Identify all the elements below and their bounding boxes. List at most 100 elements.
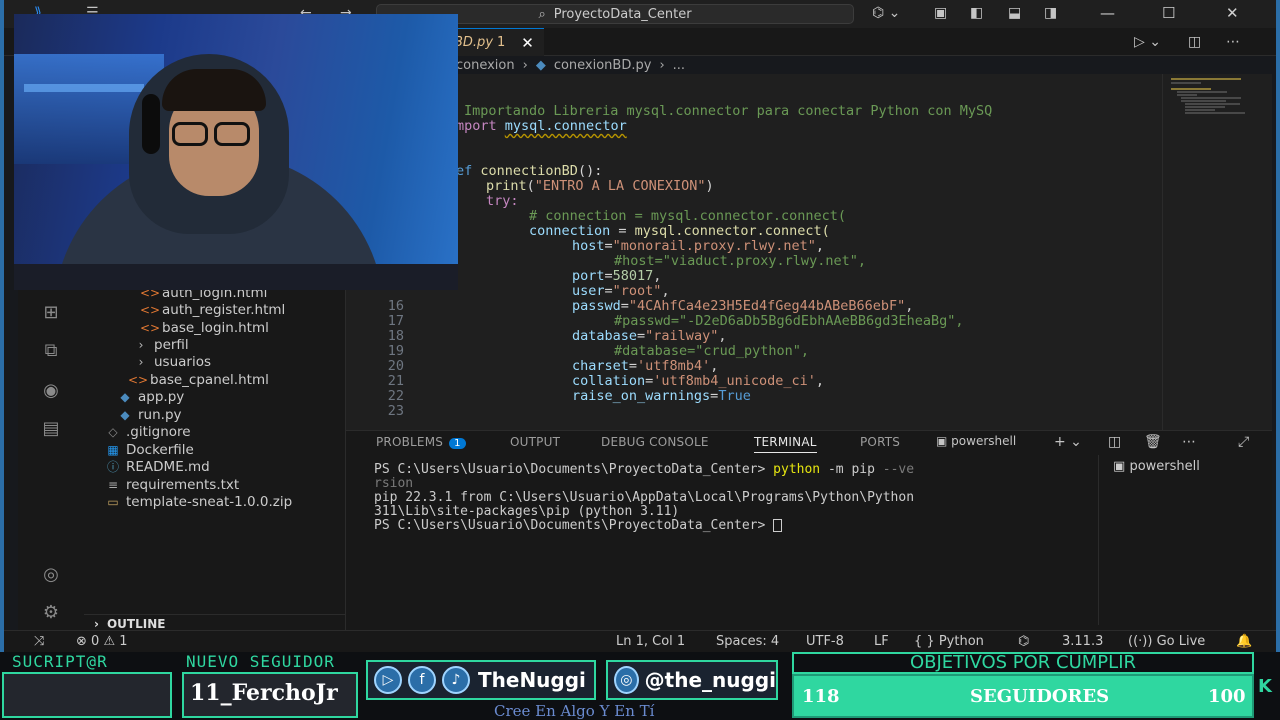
- split-terminal-icon[interactable]: ◫: [1108, 434, 1121, 450]
- tree-item[interactable]: ◆ run.py: [116, 406, 181, 423]
- tree-item[interactable]: ▭ template-sneat-1.0.0.zip: [104, 493, 292, 510]
- tree-folder[interactable]: › perfil: [132, 336, 189, 353]
- facebook-icon: f: [408, 666, 436, 694]
- explorer-sidebar: <> auth_login.html <> auth_register.html <…: [84, 285, 346, 631]
- terminal-list-item[interactable]: ▣ powershell: [1113, 459, 1268, 474]
- maximize-panel-icon[interactable]: ⤢: [1238, 434, 1249, 450]
- tree-item[interactable]: ◇ .gitignore: [104, 423, 190, 440]
- notifications-bell-icon[interactable]: 🔔: [1236, 634, 1252, 649]
- account-icon[interactable]: ◎: [36, 564, 66, 588]
- tab-problem-count: 1: [497, 35, 506, 50]
- copilot-status-icon[interactable]: ⌬: [1018, 634, 1029, 649]
- terminal-list-label: powershell: [1129, 459, 1200, 474]
- tree-item-label: README.md: [126, 458, 210, 475]
- social-secondary-box: ◎ @the_nuggi: [606, 660, 778, 700]
- code-function: connectionBD: [480, 163, 578, 179]
- code-string: 'utf8mb4_unicode_ci': [653, 373, 816, 389]
- tab-close-icon[interactable]: ✕: [521, 34, 534, 52]
- github-icon[interactable]: ◉: [36, 380, 66, 404]
- split-editor-icon[interactable]: ◫: [1188, 34, 1201, 50]
- code-string: 'utf8mb4': [637, 358, 711, 374]
- tab-output[interactable]: OUTPUT: [510, 435, 560, 449]
- tree-item[interactable]: ≡ requirements.txt: [104, 476, 239, 493]
- warning-icon: ⚠: [103, 634, 116, 649]
- tab-debug-console[interactable]: DEBUG CONSOLE: [601, 435, 709, 449]
- problems-status[interactable]: ⊗ 0 ⚠ 1: [76, 634, 128, 649]
- tab-terminal[interactable]: TERMINAL: [754, 435, 817, 453]
- goal-progress-bar: 118 SEGUIDORES 100: [792, 674, 1254, 718]
- subscriber-label: SUCRIPT@R: [12, 652, 108, 671]
- terminal-icon: ▣: [1113, 459, 1126, 474]
- go-live-button[interactable]: ((·)) Go Live: [1128, 634, 1205, 649]
- breadcrumb-more[interactable]: ...: [673, 58, 685, 73]
- chevron-right-icon: ›: [659, 57, 665, 73]
- language-label: Python: [938, 634, 984, 649]
- tree-item[interactable]: ▦ Dockerfile: [104, 441, 194, 458]
- maximize-icon[interactable]: ☐: [1162, 4, 1175, 22]
- breadcrumb-file[interactable]: conexionBD.py: [554, 58, 652, 73]
- glasses-right: [214, 122, 250, 146]
- trash-icon[interactable]: 🗑: [1144, 434, 1162, 450]
- chevron-right-icon: ›: [522, 57, 528, 73]
- tree-item[interactable]: <> base_login.html: [140, 319, 269, 336]
- more-icon[interactable]: ⋯: [1182, 434, 1196, 450]
- tree-item-label: usuarios: [154, 353, 212, 370]
- tree-item[interactable]: ⓘ README.md: [104, 458, 210, 475]
- outline-label: OUTLINE: [106, 616, 166, 631]
- close-window-icon[interactable]: ✕: [1226, 4, 1239, 22]
- tree-item-label: requirements.txt: [126, 476, 240, 493]
- tab-problems[interactable]: PROBLEMS 1: [376, 435, 466, 449]
- language-mode[interactable]: { } Python: [914, 634, 984, 649]
- terminal-output[interactable]: PS C:\Users\Usuario\Documents\ProyectoDa…: [374, 463, 1074, 533]
- code-comment: #passwd="-D2eD6aDb5Bg6dEbhAAeBB6gd3EheaB…: [614, 313, 964, 329]
- line-number: 23: [387, 403, 404, 419]
- python-icon: ◆: [120, 389, 130, 404]
- goals-title: OBJETIVOS POR CUMPLIR: [792, 652, 1254, 674]
- code-string: "monorail.proxy.rlwy.net": [612, 238, 816, 254]
- editor-scrollbar[interactable]: [1262, 74, 1272, 430]
- run-python-icon[interactable]: ▷ ⌄: [1134, 34, 1161, 50]
- layout-customize-icon[interactable]: ▣: [934, 5, 947, 21]
- new-terminal-icon[interactable]: + ⌄: [1054, 434, 1082, 450]
- go-live-label: Go Live: [1156, 634, 1206, 649]
- end-of-line[interactable]: LF: [874, 634, 889, 649]
- tree-item[interactable]: <> base_cpanel.html: [128, 371, 269, 388]
- tree-folder[interactable]: › usuarios: [132, 353, 211, 370]
- code-param: collation: [572, 373, 646, 389]
- encoding[interactable]: UTF-8: [806, 634, 844, 649]
- toggle-secondary-sidebar-icon[interactable]: ◨: [1044, 5, 1057, 21]
- indentation[interactable]: Spaces: 4: [716, 634, 779, 649]
- social-secondary-name: @the_nuggi: [644, 668, 776, 692]
- tree-item-label: app.py: [138, 388, 185, 405]
- extensions-icon[interactable]: ⊞: [36, 302, 66, 326]
- tree-item[interactable]: <> auth_register.html: [140, 301, 285, 318]
- copilot-icon[interactable]: ⌬ ⌄: [872, 5, 900, 21]
- cursor-position[interactable]: Ln 1, Col 1: [616, 634, 685, 649]
- remote-explorer-icon[interactable]: ⧉: [36, 340, 66, 364]
- remote-icon[interactable]: ⤨: [34, 634, 44, 649]
- python-icon: ◆: [120, 407, 130, 422]
- python-version[interactable]: 3.11.3: [1062, 634, 1103, 649]
- settings-gear-icon[interactable]: ⚙: [36, 602, 66, 626]
- tab-conexionbd[interactable]: BD.py 1 ✕: [444, 28, 544, 56]
- line-number: 19: [387, 343, 404, 359]
- breadcrumb-folder[interactable]: conexion: [456, 58, 515, 73]
- toggle-sidebar-icon[interactable]: ◧: [970, 5, 983, 21]
- terminal-shell-selector[interactable]: ▣ powershell: [936, 434, 1016, 448]
- minimap[interactable]: [1162, 74, 1262, 430]
- subscriber-box: [2, 672, 172, 718]
- code-variable: connection: [529, 223, 611, 239]
- docker-icon[interactable]: ▤: [36, 418, 66, 442]
- tab-ports[interactable]: PORTS: [860, 435, 900, 449]
- more-actions-icon[interactable]: ⋯: [1226, 34, 1240, 50]
- zip-icon: ▭: [107, 494, 119, 509]
- tree-item[interactable]: ◆ app.py: [116, 388, 184, 405]
- code-call: mysql.connector.connect(: [634, 223, 830, 239]
- minimize-icon[interactable]: —: [1100, 4, 1115, 22]
- code-editor[interactable]: Importando Libreria mysql.connector para…: [346, 74, 1162, 430]
- social-primary-name: TheNuggi: [478, 668, 586, 692]
- tiktok-icon: ♪: [442, 666, 470, 694]
- code-param: charset: [572, 358, 629, 374]
- git-icon: ◇: [108, 424, 118, 439]
- toggle-panel-icon[interactable]: ⬓: [1008, 5, 1021, 21]
